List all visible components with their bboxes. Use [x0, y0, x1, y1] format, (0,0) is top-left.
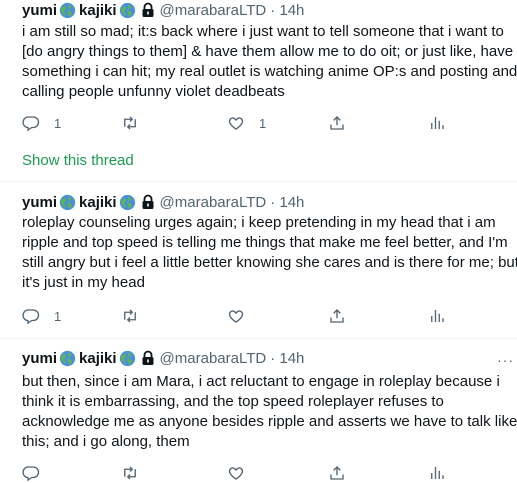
- retweet-button[interactable]: [121, 463, 139, 483]
- share-button[interactable]: [328, 113, 346, 133]
- like-icon: [228, 310, 244, 323]
- share-icon: [330, 116, 344, 130]
- tweet-text-line: calling people unfunny violet deadbeats: [22, 83, 285, 100]
- more-options-button[interactable]: ···: [497, 352, 514, 368]
- timestamp[interactable]: · 14h: [270, 194, 304, 211]
- globe-emoji-icon: [119, 194, 136, 211]
- reply-button[interactable]: [22, 463, 54, 483]
- show-thread-link[interactable]: Show this thread: [22, 152, 134, 169]
- globe-emoji-icon: [59, 350, 76, 367]
- analytics-icon: [431, 467, 444, 479]
- globe-emoji-icon: [59, 194, 76, 211]
- lock-icon: [140, 2, 156, 18]
- like-button[interactable]: 1: [227, 113, 266, 133]
- retweet-icon: [124, 309, 136, 323]
- display-name-2[interactable]: kajiki: [79, 194, 117, 211]
- retweet-icon: [124, 116, 136, 130]
- divider: [0, 338, 517, 339]
- tweet-text-line: think it is embarrassing, and the top sp…: [22, 393, 444, 410]
- reply-icon: [22, 309, 40, 325]
- retweet-button[interactable]: [121, 306, 153, 326]
- handle[interactable]: @marabaraLTD: [160, 2, 267, 19]
- tweet-text-line: it's just in my head: [22, 274, 145, 291]
- tweet-text-line: something i can hit; my real outlet is w…: [22, 63, 517, 80]
- tweet-actions: 1: [22, 306, 517, 326]
- handle[interactable]: @marabaraLTD: [160, 194, 267, 211]
- like-button[interactable]: [227, 306, 259, 326]
- reply-icon: [22, 116, 40, 132]
- tweet-text-line: acknowledge me as anyone besides ripple …: [22, 413, 517, 430]
- timestamp[interactable]: · 14h: [270, 350, 304, 367]
- tweet-header: yumi kajiki @marabaraLTD · 14h: [22, 348, 304, 368]
- timestamp[interactable]: · 14h: [270, 2, 304, 19]
- like-button[interactable]: [227, 463, 245, 483]
- globe-emoji-icon: [119, 350, 136, 367]
- tweet-text: i am still so mad; it:s back where i jus…: [22, 22, 517, 102]
- like-count: 1: [259, 115, 267, 131]
- reply-count: 1: [54, 308, 62, 324]
- like-icon: [228, 117, 244, 130]
- analytics-button[interactable]: [428, 113, 446, 133]
- reply-button[interactable]: 1: [22, 306, 61, 326]
- like-icon: [228, 467, 244, 480]
- display-name-2[interactable]: kajiki: [79, 350, 117, 367]
- tweet-text-line: still angry but i feel a little better k…: [22, 254, 517, 271]
- share-icon: [330, 466, 344, 480]
- globe-emoji-icon: [119, 2, 136, 19]
- display-name[interactable]: yumi: [22, 194, 57, 211]
- tweet-text-line: [do angry things to them] & have them al…: [22, 43, 514, 60]
- lock-icon: [140, 194, 156, 210]
- share-button[interactable]: [328, 306, 346, 326]
- analytics-button[interactable]: [428, 463, 446, 483]
- retweet-button[interactable]: [121, 113, 153, 133]
- tweet-actions: 1 1: [22, 113, 517, 133]
- analytics-icon: [431, 310, 444, 322]
- share-icon: [330, 309, 344, 323]
- display-name[interactable]: yumi: [22, 2, 57, 19]
- share-button[interactable]: [328, 463, 346, 483]
- tweet-header: yumi kajiki @marabaraLTD · 14h: [22, 0, 304, 20]
- tweet-text-line: roleplay counseling urges again; i keep …: [22, 214, 496, 231]
- tweet-text-line: i am still so mad; it:s back where i jus…: [22, 23, 504, 40]
- reply-count: 1: [54, 115, 62, 131]
- display-name-2[interactable]: kajiki: [79, 2, 117, 19]
- tweet-text-line: this; and i go along, them: [22, 433, 190, 450]
- tweet-header: yumi kajiki @marabaraLTD · 14h: [22, 192, 304, 212]
- reply-icon: [22, 466, 40, 482]
- tweet-actions: [22, 463, 517, 483]
- reply-button[interactable]: 1: [22, 113, 61, 133]
- tweet-text-line: but then, since i am Mara, i act relucta…: [22, 373, 500, 390]
- analytics-icon: [431, 117, 444, 129]
- display-name[interactable]: yumi: [22, 350, 57, 367]
- globe-emoji-icon: [59, 2, 76, 19]
- divider: [0, 181, 517, 182]
- analytics-button[interactable]: [428, 306, 446, 326]
- retweet-icon: [124, 466, 136, 480]
- lock-icon: [140, 350, 156, 366]
- tweet-text: but then, since i am Mara, i act relucta…: [22, 372, 517, 452]
- tweet-text: roleplay counseling urges again; i keep …: [22, 213, 517, 293]
- handle[interactable]: @marabaraLTD: [160, 350, 267, 367]
- tweet-text-line: ripple and top speed is telling me thing…: [22, 234, 508, 251]
